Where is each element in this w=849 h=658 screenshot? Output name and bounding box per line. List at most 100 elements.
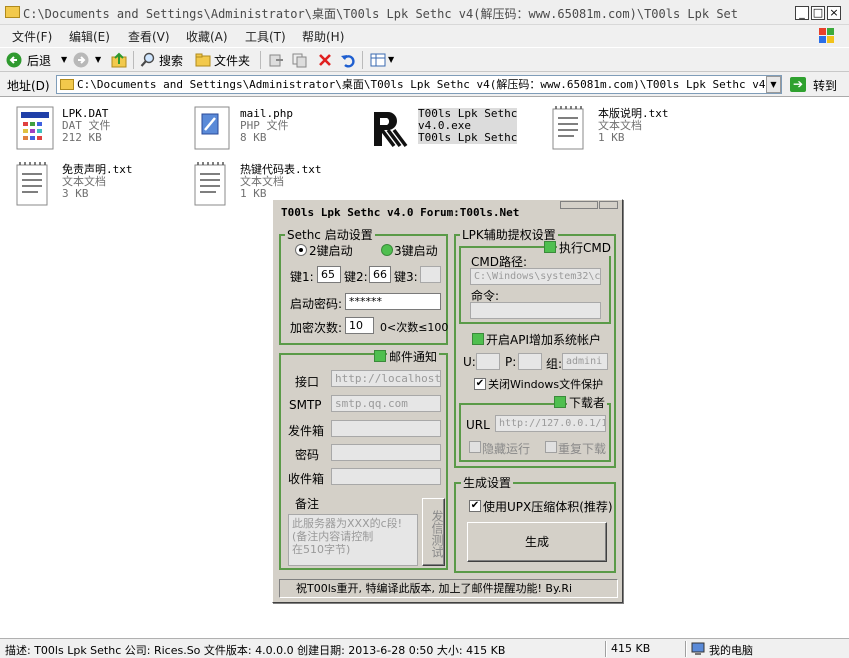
- address-input[interactable]: C:\Documents and Settings\Administrator\…: [56, 75, 782, 94]
- sender-input[interactable]: [331, 420, 441, 437]
- radio-3-keys-label: 3键启动: [394, 244, 438, 258]
- address-label: 地址(D): [7, 79, 50, 93]
- sethc-group-title: Sethc 启动设置: [285, 226, 375, 243]
- encrypt-count-input[interactable]: 10: [345, 317, 374, 334]
- app-title: T00ls Lpk Sethc v4.0 Forum:T00ls.Net: [281, 206, 520, 219]
- toolbar-separator: [362, 51, 363, 69]
- address-bar: 地址(D) C:\Documents and Settings\Administ…: [0, 72, 849, 97]
- downloader-checkbox[interactable]: [554, 396, 566, 408]
- minimize-button[interactable]: _: [795, 6, 809, 20]
- encrypt-count-hint: 0<次数≤100: [380, 321, 449, 334]
- hidden-run-label: 隐藏运行: [482, 442, 531, 456]
- api-add-account-checkbox[interactable]: [472, 333, 484, 345]
- move-to-icon[interactable]: [268, 52, 284, 68]
- app-window: T00ls Lpk Sethc v4.0 Forum:T00ls.Net Set…: [272, 199, 623, 603]
- redownload-checkbox[interactable]: [545, 441, 557, 453]
- delete-icon[interactable]: [317, 52, 333, 68]
- up-folder-icon[interactable]: [110, 51, 128, 69]
- downloader-label: 下载者: [567, 394, 608, 411]
- undo-icon[interactable]: [340, 52, 356, 68]
- forward-arrow-icon[interactable]: [73, 52, 89, 68]
- key3-input[interactable]: [420, 266, 441, 283]
- views-dropdown-icon[interactable]: ▼: [388, 55, 394, 64]
- pass-input[interactable]: [518, 353, 542, 370]
- radio-2-keys-label: 2键启动: [309, 244, 353, 258]
- toolbar: 后退 ▼ ▼ 搜索 文件夹 ▼: [0, 47, 849, 72]
- menu-view[interactable]: 查看(V): [128, 28, 170, 45]
- text-file-icon: [16, 162, 48, 206]
- maximize-button[interactable]: □: [811, 6, 825, 20]
- url-input[interactable]: http://127.0.0.1/1: [495, 415, 606, 432]
- php-file-icon: [194, 106, 230, 150]
- views-icon[interactable]: [370, 52, 386, 68]
- radio-2-keys[interactable]: [295, 244, 307, 256]
- app-window-buttons[interactable]: [560, 201, 618, 209]
- file-size: 8 KB: [240, 131, 267, 144]
- mail-password-input[interactable]: [331, 444, 441, 461]
- status-bar: 描述: T00ls Lpk Sethc 公司: Rices.So 文件版本: 4…: [0, 638, 849, 658]
- address-dropdown-icon[interactable]: ▼: [766, 76, 781, 93]
- file-size: 3 KB: [62, 187, 89, 200]
- radio-3-keys[interactable]: [381, 244, 393, 256]
- key1-input[interactable]: 65: [317, 266, 341, 283]
- folder-icon: [5, 6, 20, 18]
- marquee-text: 祝T00ls重开, 特编译此版本, 加上了邮件提醒功能! By.Ri: [279, 579, 618, 598]
- window-title: C:\Documents and Settings\Administrator\…: [23, 7, 738, 21]
- status-separator: [605, 641, 607, 657]
- menu-bar: 文件(F) 编辑(E) 查看(V) 收藏(A) 工具(T) 帮助(H): [0, 25, 849, 47]
- copy-to-icon[interactable]: [292, 52, 308, 68]
- folder-icon: [60, 79, 74, 90]
- build-group-title: 生成设置: [461, 474, 514, 491]
- toolbar-separator: [260, 51, 261, 69]
- forward-dropdown-icon[interactable]: ▼: [95, 55, 101, 64]
- user-label: U:: [463, 355, 476, 369]
- startup-password-input[interactable]: ******: [345, 293, 441, 310]
- menu-edit[interactable]: 编辑(E): [69, 28, 110, 45]
- back-button[interactable]: 后退: [27, 52, 51, 69]
- status-location: 我的电脑: [709, 644, 753, 657]
- key3-label: 键3:: [394, 270, 418, 284]
- port-input[interactable]: http://localhost/: [331, 370, 441, 387]
- mail-password-label: 密码: [295, 448, 320, 462]
- smtp-input[interactable]: smtp.qq.com: [331, 395, 441, 412]
- mail-notify-checkbox[interactable]: [374, 350, 386, 362]
- address-path: C:\Documents and Settings\Administrator\…: [77, 78, 766, 91]
- go-arrow-icon[interactable]: ➔: [790, 77, 806, 92]
- upx-label: 使用UPX压缩体积(推荐): [483, 500, 613, 514]
- user-input[interactable]: [476, 353, 500, 370]
- search-button[interactable]: 搜索: [159, 52, 183, 69]
- hidden-run-checkbox[interactable]: [469, 441, 481, 453]
- key2-input[interactable]: 66: [369, 266, 391, 283]
- group-label: 组:: [546, 357, 563, 371]
- menu-file[interactable]: 文件(F): [12, 28, 52, 45]
- api-add-account-label: 开启API增加系统帐户: [486, 333, 601, 347]
- mail-group-title: 邮件通知: [387, 348, 440, 365]
- cmd-path-input[interactable]: C:\Windows\system32\c: [470, 268, 601, 285]
- folders-button[interactable]: 文件夹: [214, 52, 250, 69]
- folders-icon[interactable]: [195, 52, 212, 68]
- back-arrow-icon[interactable]: [6, 52, 22, 68]
- note-textarea[interactable]: 此服务器为XXX的c段! (备注内容请控制 在510字节): [288, 514, 418, 566]
- back-dropdown-icon[interactable]: ▼: [61, 55, 67, 64]
- menu-favorites[interactable]: 收藏(A): [186, 28, 228, 45]
- send-test-button[interactable]: 发信测试: [422, 498, 445, 566]
- file-size: 212 KB: [62, 131, 102, 144]
- search-icon[interactable]: [140, 52, 156, 68]
- sender-label: 发件箱: [288, 424, 325, 438]
- close-button[interactable]: ×: [827, 6, 841, 20]
- upx-checkbox[interactable]: ✔: [469, 500, 481, 512]
- encrypt-count-label: 加密次数:: [290, 321, 343, 335]
- dat-file-icon: [16, 106, 54, 150]
- pass-label: P:: [505, 355, 517, 369]
- app-logo-icon: [374, 112, 408, 148]
- menu-help[interactable]: 帮助(H): [302, 28, 344, 45]
- file-size: 1 KB: [598, 131, 625, 144]
- exec-cmd-checkbox[interactable]: [544, 241, 556, 253]
- group-input[interactable]: admini: [562, 353, 608, 370]
- build-button[interactable]: 生成: [467, 522, 607, 562]
- recipient-input[interactable]: [331, 468, 441, 485]
- disable-wfp-checkbox[interactable]: ✔: [474, 378, 486, 390]
- go-button[interactable]: 转到: [813, 77, 837, 94]
- menu-tools[interactable]: 工具(T): [245, 28, 286, 45]
- cmd-input[interactable]: [470, 302, 601, 319]
